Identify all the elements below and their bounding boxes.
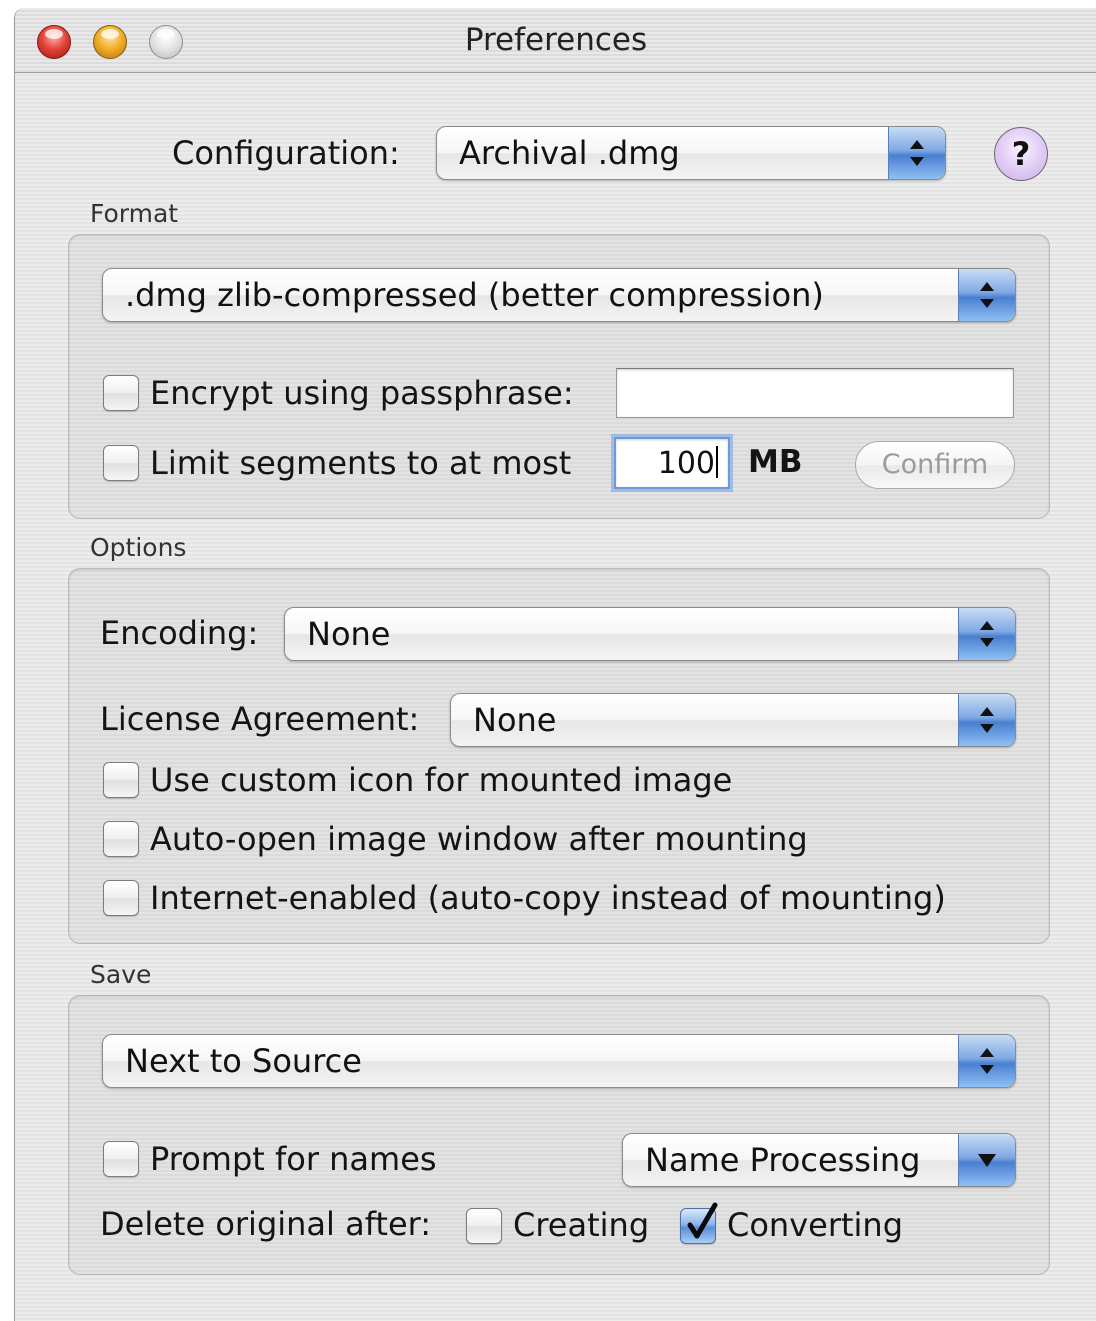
internet-enabled-checkbox[interactable] bbox=[103, 880, 139, 916]
auto-open-label: Auto-open image window after mounting bbox=[150, 820, 808, 858]
prompt-names-checkbox[interactable] bbox=[103, 1141, 139, 1177]
passphrase-field[interactable] bbox=[616, 368, 1014, 418]
configuration-label: Configuration: bbox=[172, 134, 400, 172]
save-location-value: Next to Source bbox=[125, 1042, 362, 1080]
segment-size-field[interactable]: 100 bbox=[614, 437, 730, 489]
checkmark-icon bbox=[687, 1202, 718, 1239]
popup-arrows-icon bbox=[958, 269, 1015, 321]
internet-enabled-label: Internet-enabled (auto-copy instead of m… bbox=[150, 879, 946, 917]
delete-after-converting-checkbox[interactable] bbox=[680, 1202, 718, 1244]
limit-segments-checkbox[interactable] bbox=[103, 445, 139, 481]
name-processing-pulldown[interactable]: Name Processing bbox=[622, 1133, 1016, 1187]
format-section-label: Format bbox=[90, 199, 179, 228]
creating-label: Creating bbox=[513, 1206, 650, 1244]
limit-segments-label: Limit segments to at most bbox=[150, 444, 572, 482]
title-bar[interactable]: Preferences bbox=[15, 8, 1096, 73]
license-label: License Agreement: bbox=[100, 700, 420, 738]
delete-after-creating-checkbox[interactable] bbox=[466, 1208, 502, 1244]
license-popup[interactable]: None bbox=[450, 693, 1016, 747]
auto-open-checkbox[interactable] bbox=[103, 821, 139, 857]
delete-original-label: Delete original after: bbox=[100, 1205, 432, 1243]
segment-size-value: 100 bbox=[657, 446, 715, 481]
converting-label: Converting bbox=[727, 1206, 904, 1244]
window-title: Preferences bbox=[464, 22, 648, 58]
configuration-value: Archival .dmg bbox=[459, 134, 680, 172]
custom-icon-checkbox[interactable] bbox=[103, 762, 139, 798]
save-section-label: Save bbox=[90, 960, 152, 989]
encoding-popup[interactable]: None bbox=[284, 607, 1016, 661]
configuration-popup[interactable]: Archival .dmg bbox=[436, 126, 946, 180]
question-mark-icon: ? bbox=[1011, 135, 1031, 173]
popup-arrows-icon bbox=[958, 1035, 1015, 1087]
popup-arrows-icon bbox=[958, 608, 1015, 660]
chevron-down-icon bbox=[958, 1134, 1015, 1186]
segment-unit-label: MB bbox=[748, 444, 803, 480]
encoding-value: None bbox=[307, 615, 391, 653]
confirm-button[interactable]: Confirm bbox=[855, 441, 1015, 489]
options-section-label: Options bbox=[90, 533, 187, 562]
custom-icon-label: Use custom icon for mounted image bbox=[150, 761, 733, 799]
name-processing-label: Name Processing bbox=[645, 1141, 921, 1179]
save-location-popup[interactable]: Next to Source bbox=[102, 1034, 1016, 1088]
license-value: None bbox=[473, 701, 557, 739]
text-caret bbox=[716, 446, 718, 478]
popup-arrows-icon bbox=[888, 127, 945, 179]
prompt-names-label: Prompt for names bbox=[150, 1140, 437, 1178]
popup-arrows-icon bbox=[958, 694, 1015, 746]
format-value: .dmg zlib-compressed (better compression… bbox=[125, 276, 824, 314]
encrypt-checkbox[interactable] bbox=[103, 375, 139, 411]
encoding-label: Encoding: bbox=[100, 614, 259, 652]
help-button[interactable]: ? bbox=[994, 127, 1048, 181]
encrypt-label: Encrypt using passphrase: bbox=[150, 374, 574, 412]
format-popup[interactable]: .dmg zlib-compressed (better compression… bbox=[102, 268, 1016, 322]
